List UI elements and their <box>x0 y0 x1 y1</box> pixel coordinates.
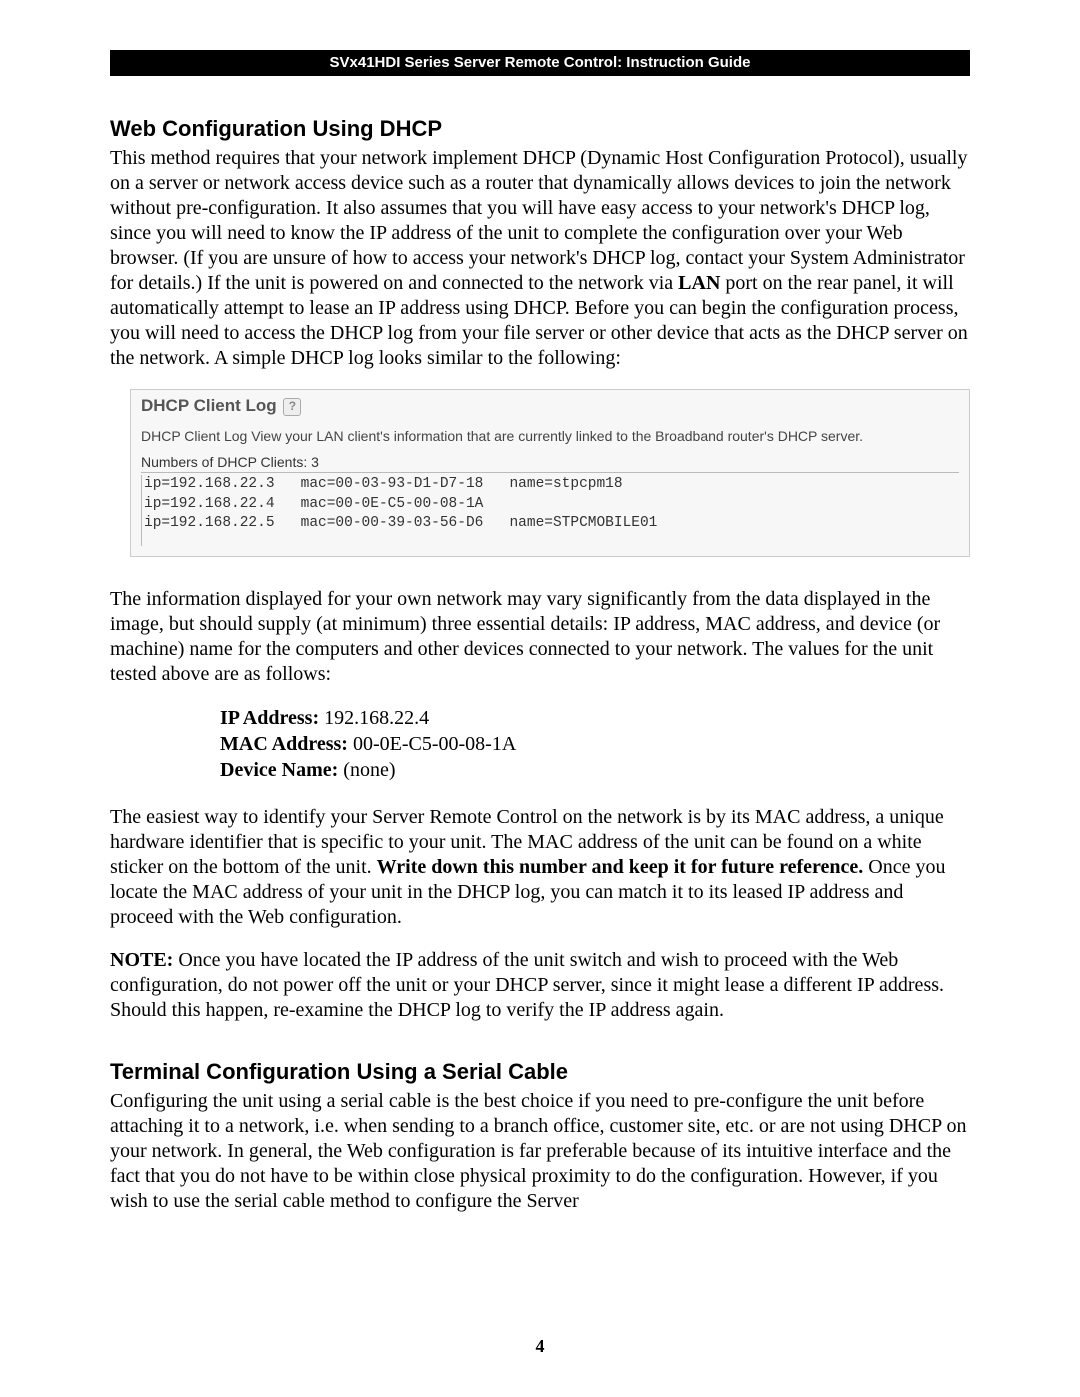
detail-device: Device Name: (none) <box>220 757 970 783</box>
value-mac: 00-0E-C5-00-08-1A <box>348 733 516 755</box>
para-mac-identify: The easiest way to identify your Server … <box>110 805 970 930</box>
label-mac: MAC Address: <box>220 733 348 755</box>
detail-mac: MAC Address: 00-0E-C5-00-08-1A <box>220 731 970 757</box>
detail-ip: IP Address: 192.168.22.4 <box>220 705 970 731</box>
document-page: SVx41HDI Series Server Remote Control: I… <box>0 0 1080 1397</box>
value-device: (none) <box>338 759 395 781</box>
help-icon: ? <box>283 398 301 416</box>
para-network-info: The information displayed for your own n… <box>110 587 970 687</box>
para-web-config-intro: This method requires that your network i… <box>110 146 970 371</box>
heading-web-config: Web Configuration Using DHCP <box>110 116 970 142</box>
unit-detail-block: IP Address: 192.168.22.4 MAC Address: 00… <box>220 705 970 783</box>
dhcp-log-title: DHCP Client Log ? <box>141 396 959 416</box>
page-number: 4 <box>0 1336 1080 1357</box>
page-header-bar: SVx41HDI Series Server Remote Control: I… <box>110 50 970 76</box>
bold-lan: LAN <box>678 272 720 294</box>
label-device: Device Name: <box>220 759 338 781</box>
para-note: NOTE: Once you have located the IP addre… <box>110 948 970 1023</box>
dhcp-log-figure: DHCP Client Log ? DHCP Client Log View y… <box>130 389 970 557</box>
text-run: Once you have located the IP address of … <box>110 949 944 1021</box>
bold-note: NOTE: <box>110 949 173 971</box>
dhcp-log-rows: ip=192.168.22.3 mac=00-03-93-D1-D7-18 na… <box>141 475 959 546</box>
dhcp-client-count: Numbers of DHCP Clients: 3 <box>141 454 959 473</box>
para-terminal-config: Configuring the unit using a serial cabl… <box>110 1089 970 1214</box>
label-ip: IP Address: <box>220 707 319 729</box>
bold-write-down: Write down this number and keep it for f… <box>377 856 864 878</box>
dhcp-log-description: DHCP Client Log View your LAN client's i… <box>141 428 959 444</box>
dhcp-log-title-text: DHCP Client Log <box>141 396 277 415</box>
value-ip: 192.168.22.4 <box>319 707 429 729</box>
heading-terminal-config: Terminal Configuration Using a Serial Ca… <box>110 1059 970 1085</box>
page-header-title: SVx41HDI Series Server Remote Control: I… <box>330 54 751 71</box>
